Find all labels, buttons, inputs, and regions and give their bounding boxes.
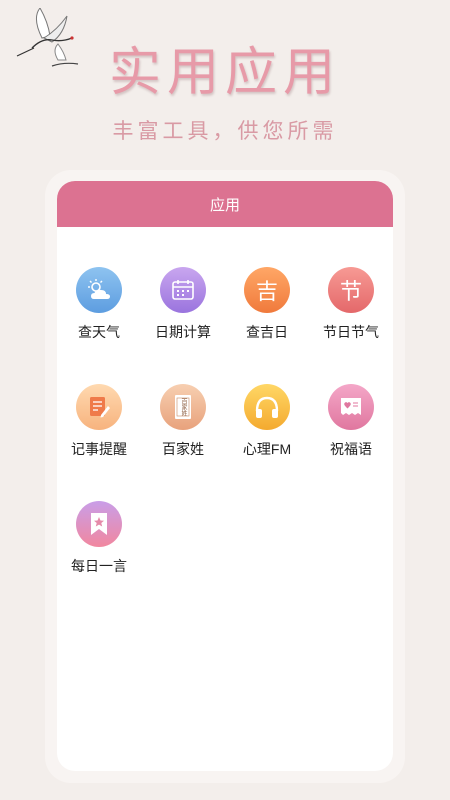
festival-icon: 节 — [328, 267, 374, 313]
app-greetings[interactable]: 祝福语 — [309, 384, 393, 459]
app-daily-quote[interactable]: 每日一言 — [57, 501, 141, 576]
bookmark-star-icon — [76, 501, 122, 547]
app-label: 心理FM — [242, 441, 292, 457]
app-label: 日期计算 — [155, 324, 211, 340]
card-header: 应用 — [57, 181, 393, 227]
app-label: 查吉日 — [246, 324, 288, 340]
headphones-icon — [244, 384, 290, 430]
app-surnames[interactable]: 百家姓 百家姓 — [141, 384, 225, 459]
app-fm[interactable]: 心理FM — [225, 384, 309, 459]
notepad-icon — [76, 384, 122, 430]
surname-book-text: 百家姓 — [180, 398, 187, 416]
app-lucky-day[interactable]: 吉 查吉日 — [225, 267, 309, 342]
app-label: 查天气 — [78, 324, 120, 340]
page-tagline: 丰富工具，供您所需 — [112, 119, 338, 143]
greeting-card-icon — [328, 384, 374, 430]
app-label: 百家姓 — [162, 441, 204, 457]
app-label: 记事提醒 — [71, 441, 127, 457]
app-label: 每日一言 — [71, 558, 127, 574]
weather-icon — [76, 267, 122, 313]
app-label: 节日节气 — [323, 324, 379, 340]
card-title: 应用 — [209, 195, 240, 214]
surname-book-icon: 百家姓 — [160, 384, 206, 430]
app-festival[interactable]: 节 节日节气 — [309, 267, 393, 342]
app-reminder[interactable]: 记事提醒 — [57, 384, 141, 459]
apps-card: 应用 查天气 日期计算 吉 查吉日 节 节日节气 记事提醒 百家姓 百家姓 心理… — [57, 181, 393, 771]
calendar-icon — [160, 267, 206, 313]
app-label: 祝福语 — [330, 441, 372, 457]
page-headline: 实用应用 — [108, 43, 341, 103]
app-date-calc[interactable]: 日期计算 — [141, 267, 225, 342]
lucky-day-icon: 吉 — [244, 267, 290, 313]
app-weather[interactable]: 查天气 — [57, 267, 141, 342]
